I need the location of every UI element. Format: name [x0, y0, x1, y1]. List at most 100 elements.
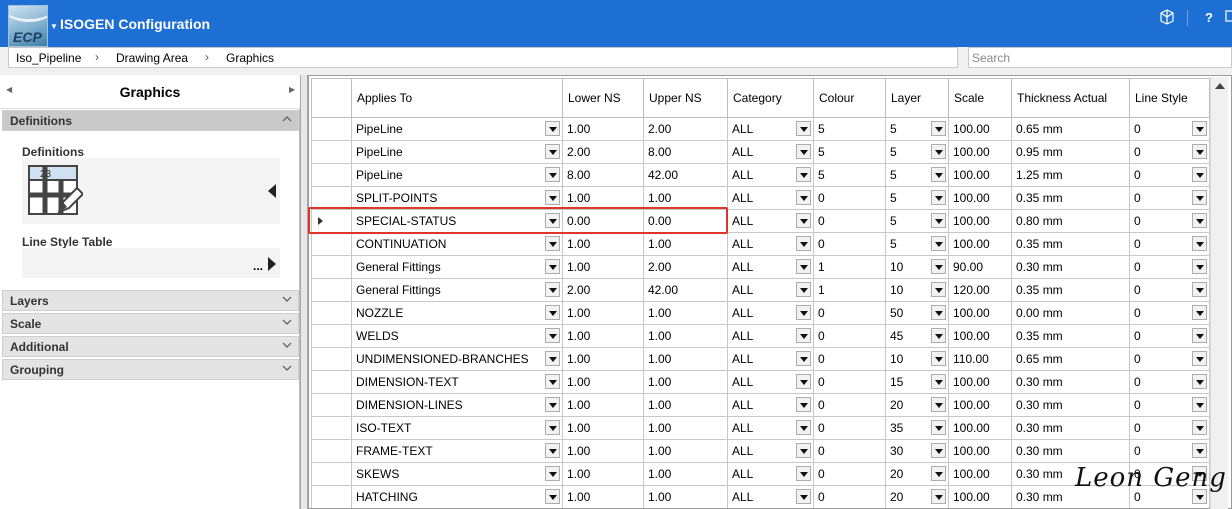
table-cell[interactable]: 0	[813, 370, 886, 394]
row-header[interactable]	[311, 140, 352, 164]
table-cell[interactable]: 0.00	[562, 209, 644, 233]
table-row[interactable]: DIMENSION-LINES 1.00 1.00 ALL 0 20 100.00 0.30 …	[311, 393, 1210, 417]
dropdown-arrow-icon[interactable]	[796, 466, 811, 481]
dropdown-arrow-icon[interactable]	[545, 190, 560, 205]
dropdown-arrow-icon[interactable]	[796, 259, 811, 274]
dropdown-arrow-icon[interactable]	[931, 259, 946, 274]
table-cell[interactable]: 0.35 mm	[1011, 186, 1130, 210]
table-cell[interactable]: 15	[885, 370, 949, 394]
dropdown-arrow-icon[interactable]	[545, 466, 560, 481]
table-cell[interactable]: 42.00	[643, 163, 728, 187]
table-cell[interactable]: 0	[813, 301, 886, 325]
table-cell[interactable]: 5	[885, 163, 949, 187]
row-header[interactable]	[311, 416, 352, 440]
dropdown-arrow-icon[interactable]	[796, 213, 811, 228]
table-cell[interactable]: 100.00	[948, 301, 1012, 325]
table-cell[interactable]: SPLIT-POINTS	[351, 186, 563, 210]
table-cell[interactable]: 0	[1129, 255, 1210, 279]
table-cell[interactable]: ALL	[727, 117, 814, 141]
dropdown-arrow-icon[interactable]	[796, 397, 811, 412]
table-row[interactable]: PipeLine 8.00 42.00 ALL 5 5 100.00 1.25 mm 0	[311, 163, 1210, 187]
table-cell[interactable]: ALL	[727, 324, 814, 348]
dropdown-arrow-icon[interactable]	[931, 443, 946, 458]
table-cell[interactable]: 0.30 mm	[1011, 255, 1130, 279]
table-cell[interactable]: 2.00	[643, 117, 728, 141]
dropdown-arrow-icon[interactable]	[796, 190, 811, 205]
row-header[interactable]	[311, 439, 352, 463]
table-row[interactable]: General Fittings 1.00 2.00 ALL 1 10 90.00 0.30 …	[311, 255, 1210, 279]
table-cell[interactable]: 1.00	[643, 186, 728, 210]
breadcrumb-item-drawing-area[interactable]: Drawing Area	[116, 51, 188, 65]
dropdown-arrow-icon[interactable]	[1192, 351, 1207, 366]
table-cell[interactable]: PipeLine	[351, 163, 563, 187]
table-cell[interactable]: 100.00	[948, 416, 1012, 440]
table-cell[interactable]: 1.00	[643, 462, 728, 486]
row-header[interactable]	[311, 117, 352, 141]
table-cell[interactable]: ALL	[727, 140, 814, 164]
dropdown-arrow-icon[interactable]	[931, 420, 946, 435]
row-header[interactable]	[311, 186, 352, 210]
table-cell[interactable]: 10	[885, 255, 949, 279]
dropdown-arrow-icon[interactable]	[796, 420, 811, 435]
table-cell[interactable]: 120.00	[948, 278, 1012, 302]
table-cell[interactable]: 0	[1129, 140, 1210, 164]
table-cell[interactable]: SPECIAL-STATUS	[351, 209, 563, 233]
table-cell[interactable]: 0.30 mm	[1011, 393, 1130, 417]
column-header-thickness-actual[interactable]: Thickness Actual	[1011, 78, 1130, 118]
dropdown-arrow-icon[interactable]	[545, 236, 560, 251]
table-cell[interactable]: 0	[1129, 324, 1210, 348]
scroll-up-icon[interactable]	[1211, 77, 1229, 95]
dropdown-arrow-icon[interactable]	[796, 144, 811, 159]
table-cell[interactable]: 0.35 mm	[1011, 278, 1130, 302]
vertical-scrollbar[interactable]	[1210, 77, 1228, 509]
table-cell[interactable]: ALL	[727, 393, 814, 417]
table-cell[interactable]: ALL	[727, 186, 814, 210]
table-cell[interactable]: 1.00	[562, 485, 644, 508]
dropdown-arrow-icon[interactable]	[545, 328, 560, 343]
table-row[interactable]: FRAME-TEXT 1.00 1.00 ALL 0 30 100.00 0.30 mm 0	[311, 439, 1210, 463]
dropdown-arrow-icon[interactable]	[931, 351, 946, 366]
table-cell[interactable]: 1.00	[562, 393, 644, 417]
table-cell[interactable]: 0	[1129, 370, 1210, 394]
dropdown-arrow-icon[interactable]	[1192, 167, 1207, 182]
table-cell[interactable]: 0	[1129, 209, 1210, 233]
table-cell[interactable]: ALL	[727, 163, 814, 187]
table-cell[interactable]: 20	[885, 485, 949, 508]
dropdown-arrow-icon[interactable]	[1192, 420, 1207, 435]
dropdown-arrow-icon[interactable]	[1192, 397, 1207, 412]
table-cell[interactable]: ALL	[727, 209, 814, 233]
row-header[interactable]	[311, 370, 352, 394]
dropdown-arrow-icon[interactable]	[1192, 328, 1207, 343]
table-cell[interactable]: 100.00	[948, 209, 1012, 233]
table-cell[interactable]: 0	[1129, 232, 1210, 256]
table-cell[interactable]: ALL	[727, 485, 814, 508]
table-cell[interactable]: 45	[885, 324, 949, 348]
section-layers[interactable]: Layers	[2, 290, 299, 311]
section-additional[interactable]: Additional	[2, 336, 299, 357]
dropdown-arrow-icon[interactable]	[931, 144, 946, 159]
table-cell[interactable]: General Fittings	[351, 278, 563, 302]
section-definitions[interactable]: Definitions	[2, 110, 299, 131]
dropdown-arrow-icon[interactable]	[931, 213, 946, 228]
dropdown-arrow-icon[interactable]	[931, 374, 946, 389]
dropdown-arrow-icon[interactable]	[545, 443, 560, 458]
table-cell[interactable]: 1.00	[562, 347, 644, 371]
table-cell[interactable]: General Fittings	[351, 255, 563, 279]
table-cell[interactable]: 1.25 mm	[1011, 163, 1130, 187]
table-cell[interactable]: 0	[813, 324, 886, 348]
table-cell[interactable]: 50	[885, 301, 949, 325]
table-cell[interactable]: 0.65 mm	[1011, 117, 1130, 141]
table-cell[interactable]: 100.00	[948, 232, 1012, 256]
dropdown-arrow-icon[interactable]	[545, 213, 560, 228]
table-cell[interactable]: ALL	[727, 278, 814, 302]
table-row[interactable]: WELDS 1.00 1.00 ALL 0 45 100.00 0.35 mm 0	[311, 324, 1210, 348]
table-cell[interactable]: 0.95 mm	[1011, 140, 1130, 164]
dropdown-arrow-icon[interactable]	[796, 121, 811, 136]
dropdown-arrow-icon[interactable]	[931, 190, 946, 205]
dropdown-arrow-icon[interactable]	[545, 282, 560, 297]
table-cell[interactable]: 0	[1129, 163, 1210, 187]
table-cell[interactable]: 100.00	[948, 439, 1012, 463]
dropdown-arrow-icon[interactable]	[545, 144, 560, 159]
app-logo[interactable]: ECP	[8, 5, 48, 47]
table-cell[interactable]: 0.35 mm	[1011, 324, 1130, 348]
